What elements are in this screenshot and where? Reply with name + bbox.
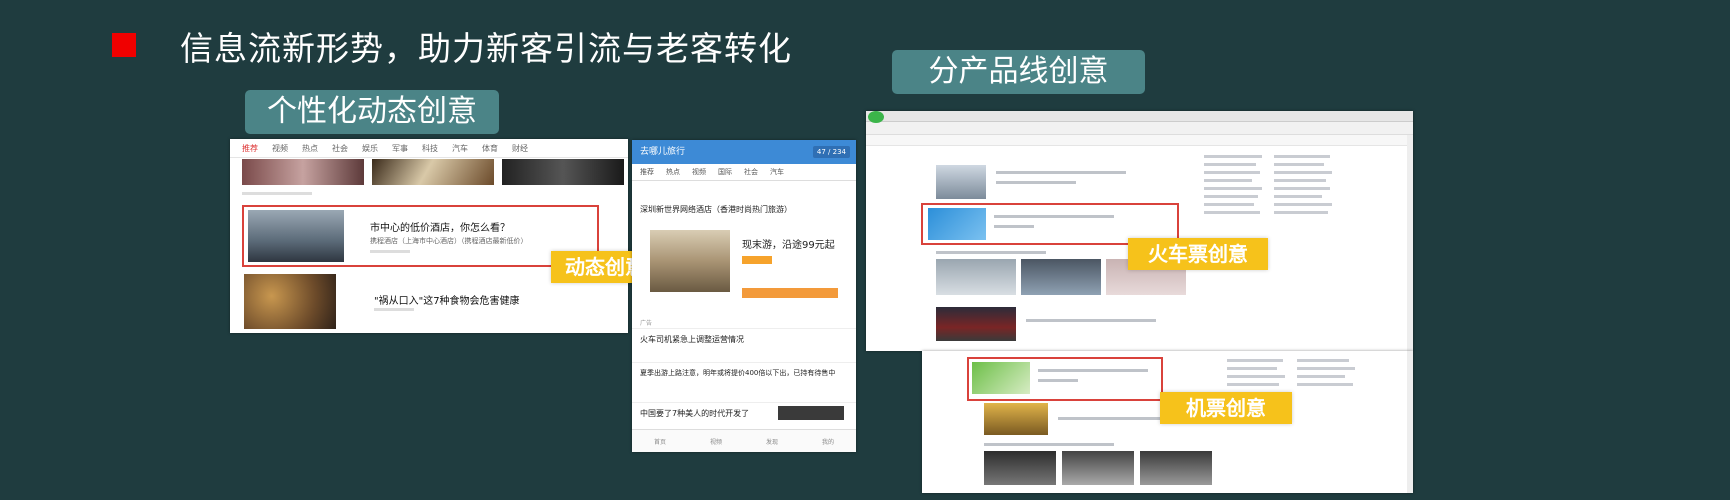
thumbnail-image[interactable]: [502, 159, 624, 185]
news-item-image: [244, 274, 336, 329]
slide-title: 信息流新形势，助力新客引流与老客转化: [180, 29, 792, 68]
nav-item[interactable]: 娱乐: [362, 143, 378, 154]
tab-item[interactable]: 推荐: [640, 167, 654, 177]
browser-tab-strip: [866, 111, 1413, 122]
mobile-news-screenshot: 去哪儿旅行 47 / 234 推荐 热点 视频 国际 社会 汽车 深圳新世界网络…: [632, 140, 856, 452]
label-personalized-dynamic-creative: 个性化动态创意: [245, 90, 499, 134]
sidebar-links: [1297, 359, 1357, 391]
tab-item[interactable]: 视频: [692, 167, 706, 177]
bullet-marker: [112, 33, 136, 57]
badge: 47 / 234: [812, 146, 850, 158]
ad-price-title: 现末游，沿途99元起: [742, 240, 835, 251]
train-ad-image[interactable]: [928, 208, 986, 240]
text-line: [1038, 379, 1078, 382]
gallery-image[interactable]: [984, 451, 1056, 485]
thumbnail-image[interactable]: [372, 159, 494, 185]
gallery-image[interactable]: [1021, 259, 1101, 295]
text-line: [1026, 319, 1156, 322]
tag-flight-ticket-creative: 机票创意: [1160, 392, 1292, 424]
price-badge: [742, 256, 772, 264]
news-item-title: "祸从口入"这7种食物会危害健康: [374, 296, 520, 307]
nav-item[interactable]: 社会: [332, 143, 348, 154]
scrollbar[interactable]: [1407, 135, 1413, 351]
tab-item[interactable]: 国际: [718, 167, 732, 177]
phone-tabs: 推荐 热点 视频 国际 社会 汽车: [632, 164, 856, 181]
news-line[interactable]: 火车司机紧急上调整运营情况: [640, 334, 744, 345]
news-image[interactable]: [936, 165, 986, 199]
ad-image[interactable]: [650, 230, 730, 292]
news-line[interactable]: 夏季出游上路注意，明年或将提价400倍以下出，已持有待售中: [640, 368, 835, 378]
label-product-line-creative: 分产品线创意: [892, 50, 1145, 94]
nav-item[interactable]: 军事: [392, 143, 408, 154]
browser-logo-icon: [868, 111, 884, 123]
meta-line: [370, 250, 410, 253]
ad-cta-button[interactable]: [742, 288, 838, 298]
app-title: 去哪儿旅行: [640, 147, 686, 157]
bottom-tab[interactable]: 首页: [654, 437, 666, 446]
gallery-image[interactable]: [1140, 451, 1212, 485]
text-line: [1038, 369, 1148, 372]
bookmark-bar: [866, 135, 1413, 146]
ad-headline[interactable]: 深圳新世界网络酒店（香港时尚热门旅游）: [640, 204, 792, 215]
text-line: [994, 225, 1034, 228]
tag-train-ticket-creative: 火车票创意: [1128, 238, 1268, 270]
bottom-tab[interactable]: 发现: [766, 437, 778, 446]
flight-ad-image[interactable]: [972, 362, 1030, 394]
sidebar-links: [1227, 359, 1287, 391]
news-item-subtitle: 携程酒店（上海市中心酒店）（携程酒店最新低价）: [370, 237, 528, 245]
news-image[interactable]: [984, 403, 1048, 435]
meta-line: [374, 308, 414, 311]
app-header: 去哪儿旅行 47 / 234: [632, 140, 856, 164]
browser-toolbar: [866, 122, 1413, 135]
bottom-tab[interactable]: 我的: [822, 437, 834, 446]
meta-line: [242, 192, 312, 195]
tab-item[interactable]: 社会: [744, 167, 758, 177]
nav-item[interactable]: 热点: [302, 143, 318, 154]
tab-item[interactable]: 热点: [666, 167, 680, 177]
news-item-image: [248, 210, 344, 262]
thumbnail-image[interactable]: [242, 159, 364, 185]
scrollbar[interactable]: [1407, 351, 1413, 493]
gallery-image[interactable]: [936, 259, 1016, 295]
text-line: [996, 181, 1076, 184]
news-image[interactable]: [936, 307, 1016, 341]
nav-item[interactable]: 视频: [272, 143, 288, 154]
text-line: [984, 443, 1114, 446]
nav-item[interactable]: 体育: [482, 143, 498, 154]
nav-item[interactable]: 科技: [422, 143, 438, 154]
news-feed-screenshot: 推荐 视频 热点 社会 娱乐 军事 科技 汽车 体育 财经 市中心的低价酒店，你…: [230, 139, 628, 333]
news-nav: 推荐 视频 热点 社会 娱乐 军事 科技 汽车 体育 财经: [230, 139, 628, 158]
bottom-tab[interactable]: 视频: [710, 437, 722, 446]
tab-item[interactable]: 汽车: [770, 167, 784, 177]
text-line: [1058, 417, 1168, 420]
sidebar-links: [1204, 155, 1264, 219]
news-line[interactable]: 中国要了7种美人的时代开发了: [640, 408, 749, 419]
text-line: [936, 251, 1046, 254]
sidebar-links: [1274, 155, 1334, 219]
phone-bottom-bar: 首页 视频 发现 我的: [632, 429, 856, 452]
gallery-image[interactable]: [1062, 451, 1134, 485]
ad-source: 广告: [640, 320, 653, 327]
text-line: [996, 171, 1126, 174]
nav-item[interactable]: 汽车: [452, 143, 468, 154]
text-line: [994, 215, 1114, 218]
nav-item[interactable]: 推荐: [242, 143, 258, 154]
browser-screenshot: [866, 111, 1413, 351]
nav-item[interactable]: 财经: [512, 143, 528, 154]
news-item-title: 市中心的低价酒店，你怎么看？: [370, 223, 510, 234]
thumbnail-row: [242, 159, 624, 185]
news-thumbnail[interactable]: [778, 406, 844, 420]
